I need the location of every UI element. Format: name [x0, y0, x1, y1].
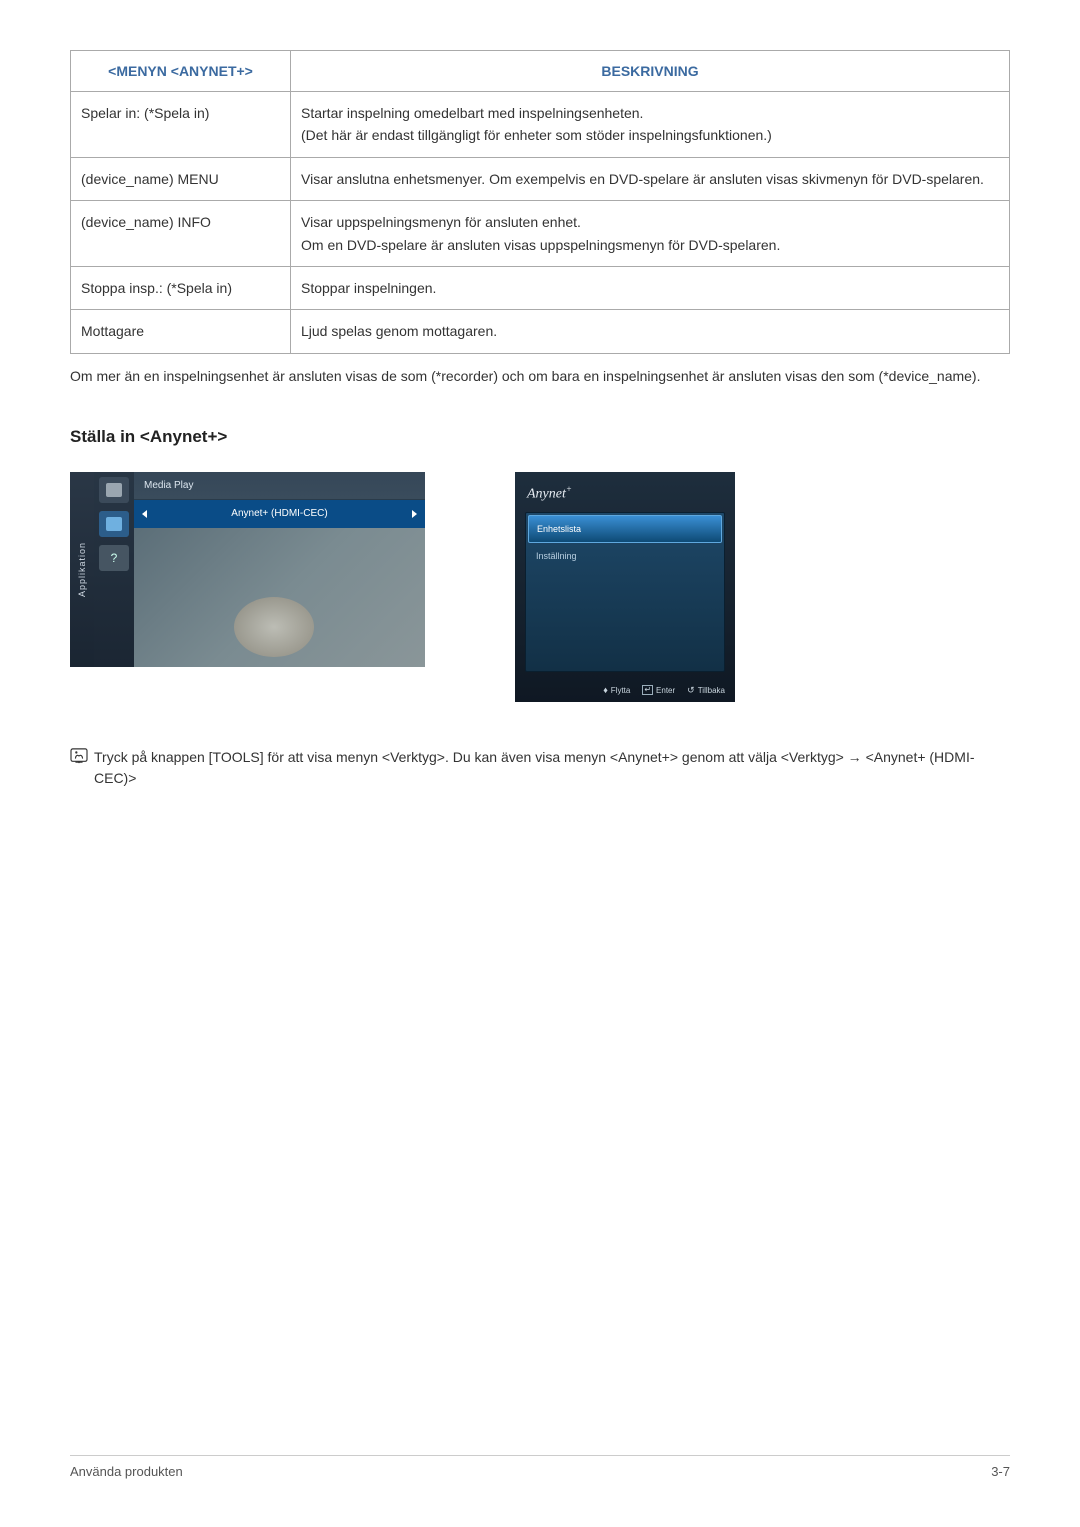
table-footnote: Om mer än en inspelningsenhet är anslute…: [70, 366, 1010, 387]
table-header-menu: <MENYN <ANYNET+>: [71, 51, 291, 92]
footer-left: Använda produkten: [70, 1464, 183, 1479]
row-desc: Stoppar inspelningen.: [291, 266, 1010, 309]
page-content: <MENYN <ANYNET+> BESKRIVNING Spelar in: …: [70, 50, 1010, 789]
tools-icon: [70, 748, 88, 764]
sidebar-icons: ?: [94, 472, 134, 667]
footer-hint-back: ↺ Tillbaka: [687, 685, 725, 696]
table-header-description: BESKRIVNING: [291, 51, 1010, 92]
menu-item-anynet-selected: Anynet+ (HDMI-CEC): [134, 500, 425, 528]
screenshot-media-play: Applikation ? Media Play Anynet+ (HDMI-C…: [70, 472, 425, 667]
arrow-right-icon: [412, 510, 417, 518]
table-row: (device_name) INFO Visar uppspelningsmen…: [71, 201, 1010, 267]
return-icon: ↺: [687, 685, 695, 696]
sidebar-label: Applikation: [77, 542, 87, 597]
row-name: Spelar in: (*Spela in): [71, 92, 291, 158]
menu-item-installning: Inställning: [528, 543, 722, 569]
table-row: (device_name) MENU Visar anslutna enhets…: [71, 157, 1010, 200]
screenshots-row: Applikation ? Media Play Anynet+ (HDMI-C…: [70, 472, 1010, 702]
table-row: Stoppa insp.: (*Spela in) Stoppar inspel…: [71, 266, 1010, 309]
row-name: Mottagare: [71, 310, 291, 353]
sidebar-applikation: Applikation: [70, 472, 94, 667]
row-desc: Ljud spelas genom mottagaren.: [291, 310, 1010, 353]
tip-block: Tryck på knappen [TOOLS] för att visa me…: [70, 747, 1010, 789]
tip-text: Tryck på knappen [TOOLS] för att visa me…: [94, 747, 1010, 789]
menu-item-media-play: Media Play: [134, 472, 425, 500]
anynet-panel: Enhetslista Inställning: [525, 512, 725, 672]
page-footer: Använda produkten 3-7: [70, 1455, 1010, 1479]
row-desc: Startar inspelning omedelbart med inspel…: [291, 92, 1010, 158]
row-name: Stoppa insp.: (*Spela in): [71, 266, 291, 309]
menu-item-label: Anynet+ (HDMI-CEC): [231, 508, 327, 519]
screen1-background: [134, 528, 425, 667]
screen2-footer: ♦ Flytta ↵ Enter ↺ Tillbaka: [525, 685, 725, 696]
anynet-menu-table: <MENYN <ANYNET+> BESKRIVNING Spelar in: …: [70, 50, 1010, 354]
enter-icon: ↵: [642, 685, 653, 695]
row-name: (device_name) MENU: [71, 157, 291, 200]
table-row: Spelar in: (*Spela in) Startar inspelnin…: [71, 92, 1010, 158]
table-row: Mottagare Ljud spelas genom mottagaren.: [71, 310, 1010, 353]
menu-item-enhetslista: Enhetslista: [528, 515, 722, 543]
row-desc: Visar anslutna enhetsmenyer. Om exempelv…: [291, 157, 1010, 200]
anynet-logo: Anynet+: [527, 484, 725, 503]
move-icon: ♦: [603, 685, 608, 695]
screenshot-anynet-menu: Anynet+ Enhetslista Inställning ♦ Flytta…: [515, 472, 735, 702]
row-desc: Visar uppspelningsmenyn för ansluten enh…: [291, 201, 1010, 267]
anynet-icon: [99, 511, 129, 537]
footer-hint-move: ♦ Flytta: [603, 685, 630, 696]
row-name: (device_name) INFO: [71, 201, 291, 267]
section-heading: Ställa in <Anynet+>: [70, 427, 1010, 447]
footer-page-number: 3-7: [991, 1464, 1010, 1479]
help-icon: ?: [99, 545, 129, 571]
footer-hint-enter: ↵ Enter: [642, 685, 675, 696]
screen1-main: Media Play Anynet+ (HDMI-CEC): [134, 472, 425, 667]
arrow-left-icon: [142, 510, 147, 518]
media-play-icon: [99, 477, 129, 503]
